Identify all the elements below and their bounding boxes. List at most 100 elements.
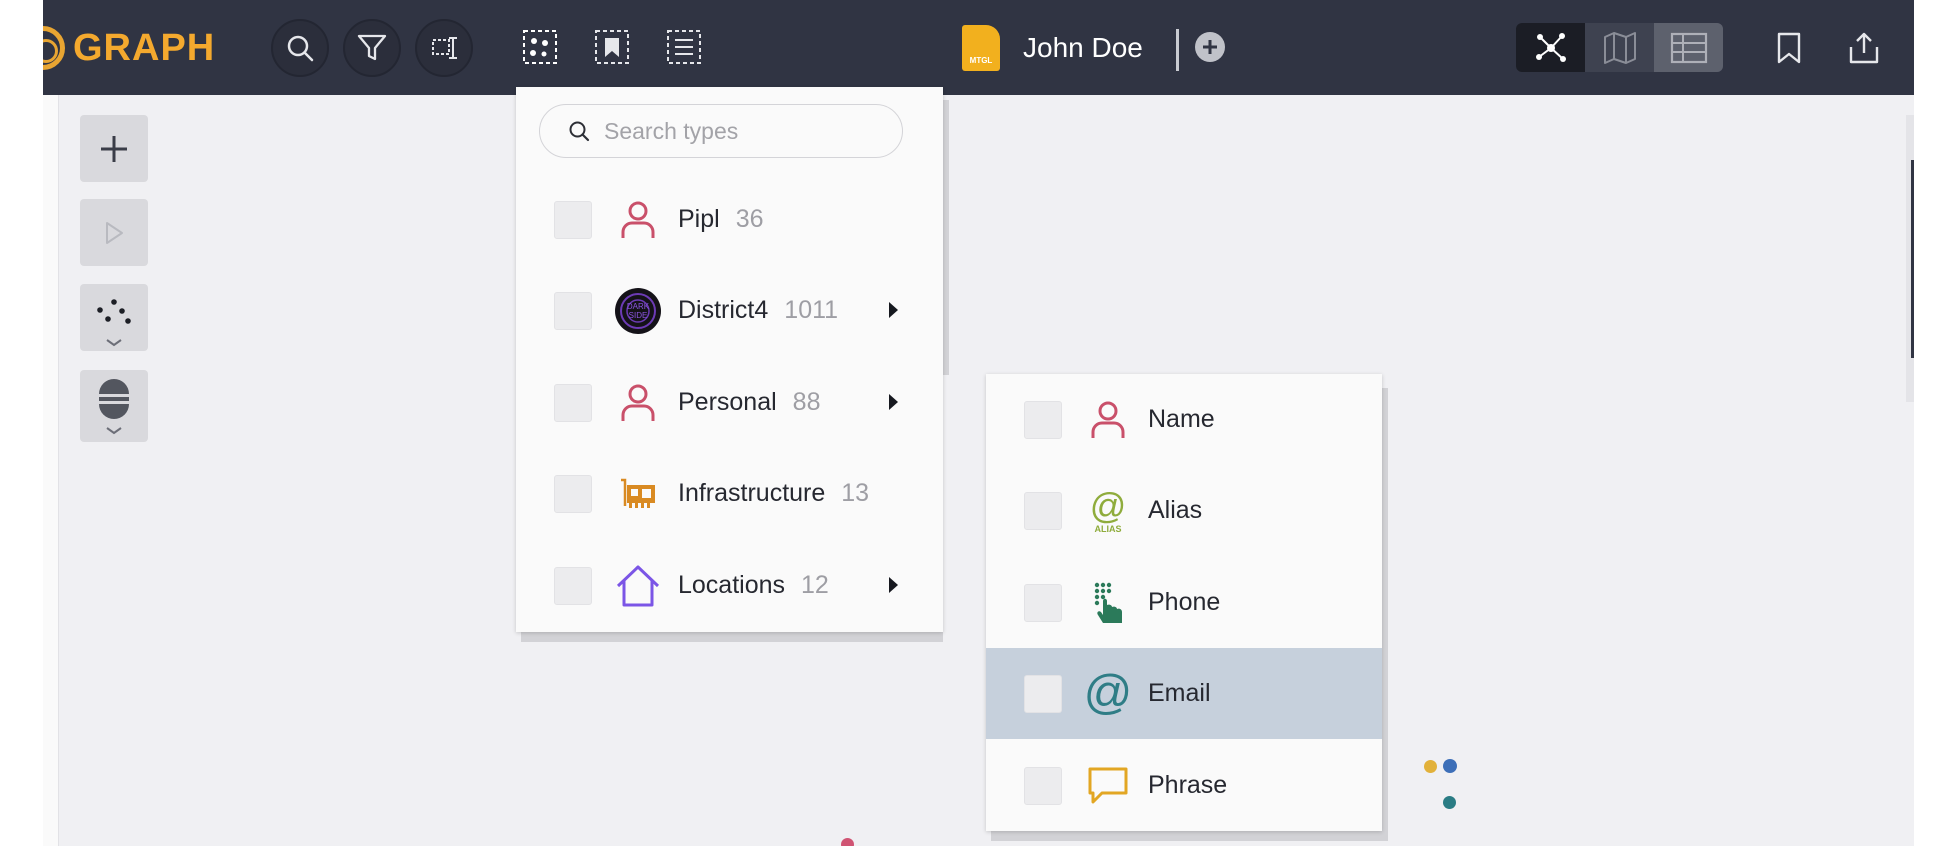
play-icon bbox=[106, 221, 123, 244]
type-label: Infrastructure bbox=[678, 479, 826, 507]
graph-node[interactable] bbox=[1443, 796, 1456, 809]
filter-button[interactable] bbox=[343, 19, 401, 77]
subtype-item-phone[interactable]: Phone bbox=[986, 557, 1382, 648]
bookmark-icon bbox=[1777, 32, 1801, 64]
type-item-district4[interactable]: DARK SIDE District4 1011 bbox=[516, 265, 943, 356]
table-view-button[interactable] bbox=[1654, 23, 1723, 72]
darkside-logo-icon: DARK SIDE bbox=[614, 287, 662, 335]
at-sign-icon: @ bbox=[1084, 669, 1132, 719]
document-icon: MTGL bbox=[962, 25, 1000, 71]
type-item-personal[interactable]: Personal 88 bbox=[516, 357, 943, 448]
checkbox[interactable] bbox=[1024, 766, 1062, 805]
select-all-icon bbox=[523, 30, 557, 64]
document-badge: MTGL bbox=[969, 56, 993, 65]
type-count: 13 bbox=[841, 479, 870, 507]
logo-text: GRAPH bbox=[73, 26, 216, 69]
checkbox[interactable] bbox=[554, 383, 592, 422]
type-search-input[interactable] bbox=[604, 117, 884, 145]
map-view-button[interactable] bbox=[1585, 23, 1654, 72]
layout-select-icon bbox=[432, 37, 457, 59]
right-panel-edge bbox=[1911, 160, 1914, 358]
node-style-icon bbox=[99, 379, 129, 435]
checkbox[interactable] bbox=[554, 200, 592, 239]
type-label: Pipl bbox=[678, 205, 720, 233]
bookmark-button[interactable] bbox=[1765, 24, 1813, 72]
type-count: 1011 bbox=[784, 296, 839, 324]
graph-view-button[interactable] bbox=[1516, 23, 1585, 72]
subtype-item-phrase[interactable]: Phrase bbox=[986, 740, 1382, 831]
add-node-button[interactable] bbox=[80, 115, 148, 182]
checkbox[interactable] bbox=[554, 474, 592, 513]
type-item-locations[interactable]: Locations 12 bbox=[516, 540, 943, 631]
logo-mark-icon bbox=[43, 26, 69, 70]
select-list-button[interactable] bbox=[661, 24, 707, 70]
subtype-label: Alias bbox=[1148, 496, 1203, 524]
checkbox[interactable] bbox=[1024, 491, 1062, 530]
person-icon bbox=[614, 379, 662, 427]
type-count: 36 bbox=[735, 205, 764, 233]
subtype-item-alias[interactable]: @ ALIAS Alias bbox=[986, 465, 1382, 556]
checkbox[interactable] bbox=[554, 291, 592, 330]
phone-keypad-icon bbox=[1084, 579, 1132, 627]
node-style-menu-button[interactable] bbox=[80, 370, 148, 442]
type-filter-menu: Pipl 36 DARKSIDE District4 1011 Personal… bbox=[516, 87, 943, 632]
share-button[interactable] bbox=[1840, 24, 1888, 72]
checkbox[interactable] bbox=[554, 566, 592, 605]
graph-node[interactable] bbox=[1443, 759, 1457, 773]
add-document-button[interactable] bbox=[1195, 32, 1225, 62]
graph-view-icon bbox=[1535, 32, 1566, 62]
subtype-label: Phrase bbox=[1148, 771, 1228, 799]
graph-node[interactable] bbox=[1424, 760, 1437, 773]
subtype-item-name[interactable]: Name bbox=[986, 374, 1382, 465]
speech-bubble-icon bbox=[1084, 762, 1132, 810]
submenu-vertical-scrollbar[interactable] bbox=[1382, 388, 1388, 836]
network-card-icon bbox=[614, 470, 662, 518]
search-icon bbox=[569, 121, 590, 142]
house-icon bbox=[614, 562, 662, 610]
search-icon bbox=[287, 35, 314, 62]
filter-icon bbox=[357, 34, 387, 61]
alias-icon-text: ALIAS bbox=[1095, 524, 1122, 534]
layout-menu-button[interactable] bbox=[80, 284, 148, 351]
chevron-right-icon[interactable] bbox=[889, 302, 898, 318]
type-item-infrastructure[interactable]: Infrastructure 13 bbox=[516, 448, 943, 539]
person-icon bbox=[614, 196, 662, 244]
select-bookmarked-icon bbox=[595, 30, 629, 64]
checkbox[interactable] bbox=[1024, 583, 1062, 622]
checkbox[interactable] bbox=[1024, 674, 1062, 713]
chevron-right-icon[interactable] bbox=[889, 394, 898, 410]
subtype-label: Email bbox=[1148, 679, 1211, 707]
type-search-box[interactable] bbox=[539, 104, 903, 158]
type-label: District4 bbox=[678, 296, 769, 324]
plus-icon bbox=[101, 135, 127, 162]
checkbox[interactable] bbox=[1024, 400, 1062, 439]
subtype-item-email[interactable]: @ Email bbox=[986, 648, 1382, 739]
dropdown-vertical-scrollbar[interactable] bbox=[942, 100, 949, 375]
dropdown-scrollbar[interactable] bbox=[521, 632, 943, 642]
select-bookmarked-button[interactable] bbox=[589, 24, 635, 70]
type-item-pipl[interactable]: Pipl 36 bbox=[516, 174, 943, 265]
search-button[interactable] bbox=[271, 19, 329, 77]
svg-text:@: @ bbox=[1090, 488, 1127, 526]
app-logo: GRAPH bbox=[43, 22, 215, 74]
graph-node[interactable] bbox=[841, 838, 854, 846]
top-toolbar: GRAPH MTGL John Doe bbox=[43, 0, 1914, 95]
view-mode-toggle bbox=[1516, 23, 1723, 72]
title-separator bbox=[1176, 29, 1179, 71]
svg-text:@: @ bbox=[1084, 669, 1132, 719]
select-all-button[interactable] bbox=[517, 24, 563, 70]
submenu-scrollbar[interactable] bbox=[991, 830, 1388, 841]
layout-select-button[interactable] bbox=[415, 19, 473, 77]
subtype-label: Name bbox=[1148, 405, 1215, 433]
svg-text:SIDE: SIDE bbox=[629, 311, 648, 320]
type-label: Personal bbox=[678, 388, 777, 416]
document-title[interactable]: John Doe bbox=[1023, 28, 1143, 68]
svg-text:DARK: DARK bbox=[627, 302, 650, 311]
share-icon bbox=[1849, 32, 1879, 64]
run-button[interactable] bbox=[80, 199, 148, 266]
chevron-right-icon[interactable] bbox=[889, 577, 898, 593]
type-label: Locations bbox=[678, 571, 786, 599]
subtype-label: Phone bbox=[1148, 588, 1221, 616]
left-panel-edge bbox=[43, 95, 59, 846]
scatter-layout-icon bbox=[97, 298, 131, 346]
